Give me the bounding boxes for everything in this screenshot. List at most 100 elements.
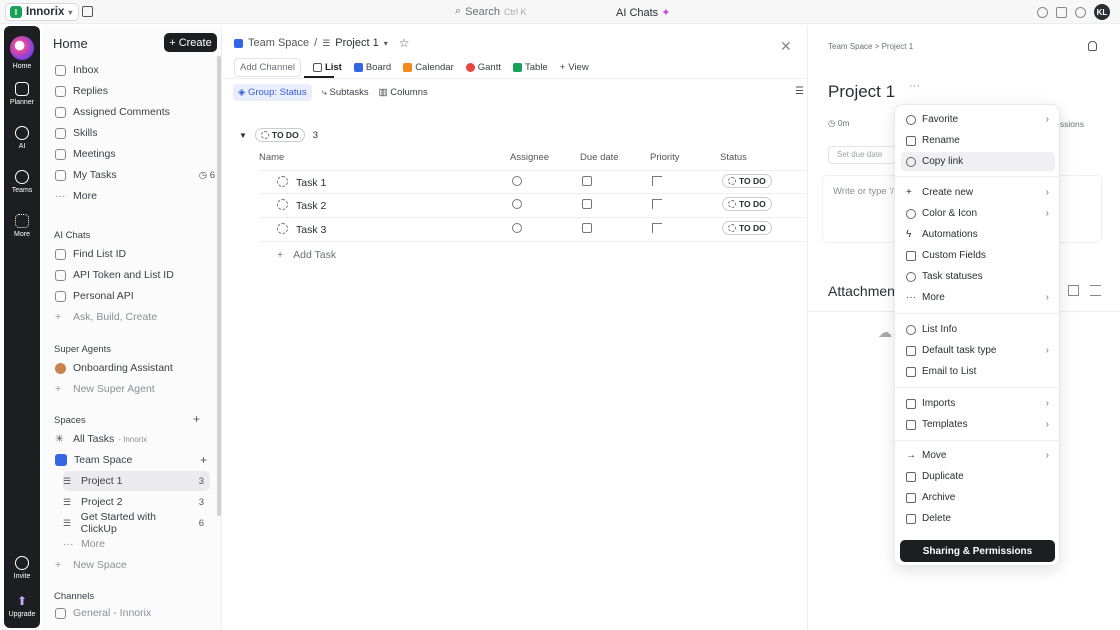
rail-teams[interactable]: Teams [4,170,40,194]
add-view-button[interactable]: + View [560,62,589,73]
sidebar-item-inbox[interactable]: Inbox [55,60,215,80]
rail-invite[interactable]: Invite [4,556,40,580]
priority-flag-icon[interactable] [652,223,662,233]
column-name[interactable]: Name [259,152,284,163]
sidebar-channel-general[interactable]: General - Innorix [55,606,215,620]
rail-upgrade[interactable]: ⬆ Upgrade [4,594,40,618]
panel-title[interactable]: Project 1 [828,82,895,102]
status-badge[interactable]: TO DO [722,221,772,235]
menu-item-more[interactable]: ··· More › [901,288,1055,307]
sidebar-scrollbar[interactable] [217,56,221,516]
sidebar-list-project-2[interactable]: ☰ Project 2 3 [63,492,210,512]
breadcrumb-list[interactable]: Project 1 [335,37,378,49]
sidebar-chat-api-token[interactable]: API Token and List ID [55,265,215,285]
sidebar-list-get-started[interactable]: ☰ Get Started with ClickUp 6 [63,511,210,535]
add-task-button[interactable]: + Add Task [277,249,336,261]
check-circle-icon[interactable] [1037,6,1048,18]
assignee-icon[interactable] [512,223,522,233]
sidebar-agent-onboarding[interactable]: Onboarding Assistant [55,358,215,378]
table-row[interactable]: Task 2 TO DO [259,194,807,218]
add-channel-button[interactable]: Add Channel [234,58,301,77]
list-view-icon[interactable] [1090,285,1101,296]
menu-item-task-statuses[interactable]: Task statuses [901,267,1055,286]
column-due-date[interactable]: Due date [580,152,619,163]
sidebar-agent-new[interactable]: + New Super Agent [55,379,215,399]
more-options-icon[interactable]: ··· [909,80,920,92]
menu-item-email-to-list[interactable]: Email to List [901,362,1055,381]
sidebar-item-assigned-comments[interactable]: Assigned Comments [55,102,215,122]
avatar[interactable]: KL [1094,4,1110,20]
ai-chats-button[interactable]: AI Chats ✦ [616,6,670,19]
sidebar-list-project-1[interactable]: ☰ Project 1 3 [63,471,210,491]
menu-item-custom-fields[interactable]: Custom Fields [901,246,1055,265]
star-icon[interactable]: ☆ [399,36,410,50]
sidebar-item-my-tasks[interactable]: My Tasks ◷ 6 [55,165,215,185]
create-button[interactable]: + Create [164,33,217,52]
task-name[interactable]: Task 1 [296,177,326,189]
sidebar-space-team[interactable]: Team Space + [55,450,215,470]
sidebar-chat-new[interactable]: + Ask, Build, Create [55,307,215,327]
task-name[interactable]: Task 3 [296,224,326,236]
tab-list[interactable]: List [312,62,342,73]
sidebar-new-space[interactable]: + New Space [55,555,215,575]
task-name[interactable]: Task 2 [296,200,326,212]
menu-item-templates[interactable]: Templates › [901,415,1055,434]
task-status-icon[interactable] [277,223,288,234]
sidebar-item-skills[interactable]: Skills [55,123,215,143]
notification-icon[interactable] [1088,41,1097,51]
group-by-button[interactable]: ◈ Group: Status [233,84,312,101]
status-badge[interactable]: TO DO [722,174,772,188]
microphone-icon[interactable] [1075,6,1086,18]
menu-item-rename[interactable]: Rename [901,131,1055,150]
menu-item-copy-link[interactable]: Copy link [901,152,1055,171]
add-list-icon[interactable]: + [200,453,207,467]
priority-flag-icon[interactable] [652,199,662,209]
grid-view-icon[interactable] [1068,285,1079,296]
calendar-icon[interactable] [82,6,93,17]
menu-item-create-new[interactable]: + Create new › [901,183,1055,202]
menu-item-list-info[interactable]: List Info [901,320,1055,339]
close-icon[interactable]: ✕ [780,38,792,55]
sidebar-item-meetings[interactable]: Meetings [55,144,215,164]
sidebar-chat-find-list-id[interactable]: Find List ID [55,244,215,264]
menu-item-color-icon[interactable]: Color & Icon › [901,204,1055,223]
caret-down-icon[interactable]: ▼ [239,131,247,140]
task-status-icon[interactable] [277,176,288,187]
breadcrumb-space[interactable]: Team Space [248,37,309,49]
filter-icon[interactable]: ☰ [795,86,804,97]
menu-item-default-task-type[interactable]: Default task type › [901,341,1055,360]
add-space-icon[interactable]: + [193,412,200,426]
sidebar-all-tasks[interactable]: ✳ All Tasks - Innorix [55,429,215,449]
subtasks-button[interactable]: ⤷ Subtasks [322,87,369,98]
table-row[interactable]: Task 3 TO DO [259,218,807,242]
rail-ai[interactable]: AI [4,126,40,150]
status-group-header[interactable]: ▼ TO DO 3 [239,128,318,142]
permissions-link[interactable]: issions [1058,119,1084,129]
search-bar[interactable]: ⌕ Search Ctrl K [455,5,527,18]
tab-table[interactable]: Table [513,62,548,73]
rail-home[interactable]: Home [4,36,40,70]
due-date-icon[interactable] [582,176,592,186]
priority-flag-icon[interactable] [652,176,662,186]
sidebar-item-replies[interactable]: Replies [55,81,215,101]
menu-item-duplicate[interactable]: Duplicate [901,467,1055,486]
sharing-permissions-button[interactable]: Sharing & Permissions [900,540,1055,562]
tab-board[interactable]: Board [353,62,391,73]
tab-calendar[interactable]: Calendar [403,62,454,73]
chevron-down-icon[interactable]: ▾ [384,39,388,48]
column-status[interactable]: Status [720,152,747,163]
menu-item-favorite[interactable]: Favorite › [901,110,1055,129]
video-icon[interactable] [1056,6,1067,18]
menu-item-automations[interactable]: ϟ Automations [901,225,1055,244]
table-row[interactable]: Task 1 TO DO [259,170,807,194]
columns-button[interactable]: ▥ Columns [379,87,428,98]
rail-planner[interactable]: Planner [4,82,40,106]
column-assignee[interactable]: Assignee [510,152,549,163]
workspace-switcher[interactable]: I Innorix ▾ [5,3,80,21]
sidebar-chat-personal-api[interactable]: Personal API [55,286,215,306]
upload-cloud-icon[interactable]: ☁ [878,324,892,341]
menu-item-delete[interactable]: Delete [901,509,1055,528]
menu-item-imports[interactable]: Imports › [901,394,1055,413]
menu-item-move[interactable]: → Move › [901,446,1055,465]
rail-more[interactable]: More [4,214,40,238]
